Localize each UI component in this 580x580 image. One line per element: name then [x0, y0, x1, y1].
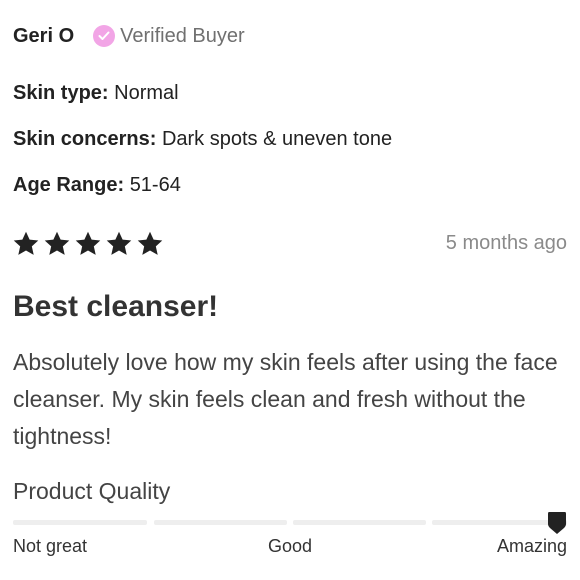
scale-segment	[13, 520, 147, 525]
star-rating	[11, 230, 166, 258]
scale-labels: Not great Good Amazing	[13, 536, 567, 560]
star-icon	[106, 231, 132, 255]
reviewer-row: Geri O Verified Buyer	[13, 22, 245, 50]
product-quality-scale	[13, 512, 567, 534]
check-circle-icon	[93, 25, 116, 47]
skin-type-row: Skin type: Normal	[13, 82, 179, 105]
age-range-value: 51-64	[129, 174, 181, 196]
star-icon	[13, 231, 39, 255]
scale-segment	[293, 520, 426, 525]
age-range-row: Age Range: 51-64	[13, 174, 181, 197]
scale-label-mid: Good	[267, 536, 313, 556]
age-range-key: Age Range:	[13, 174, 125, 196]
reviewer-name: Geri O	[13, 24, 75, 47]
scale-label-low: Not great	[13, 536, 88, 556]
skin-concerns-key: Skin concerns:	[13, 128, 157, 150]
product-quality-label: Product Quality	[13, 478, 171, 504]
star-icon	[75, 231, 101, 255]
skin-type-value: Normal	[114, 82, 179, 104]
scale-label-high: Amazing	[496, 536, 567, 556]
verified-label: Verified Buyer	[120, 24, 245, 47]
scale-segment	[154, 520, 287, 525]
review-date: 5 months ago	[445, 232, 567, 254]
star-icon	[44, 231, 70, 255]
verified-badge: Verified Buyer	[93, 25, 245, 48]
star-icon	[137, 231, 163, 255]
skin-type-key: Skin type:	[13, 82, 109, 104]
review-title: Best cleanser!	[13, 290, 219, 323]
review-body: Absolutely love how my skin feels after …	[13, 349, 558, 449]
quality-marker-icon	[548, 512, 566, 534]
skin-concerns-row: Skin concerns: Dark spots & uneven tone	[13, 128, 392, 151]
skin-concerns-value: Dark spots & uneven tone	[161, 128, 393, 150]
